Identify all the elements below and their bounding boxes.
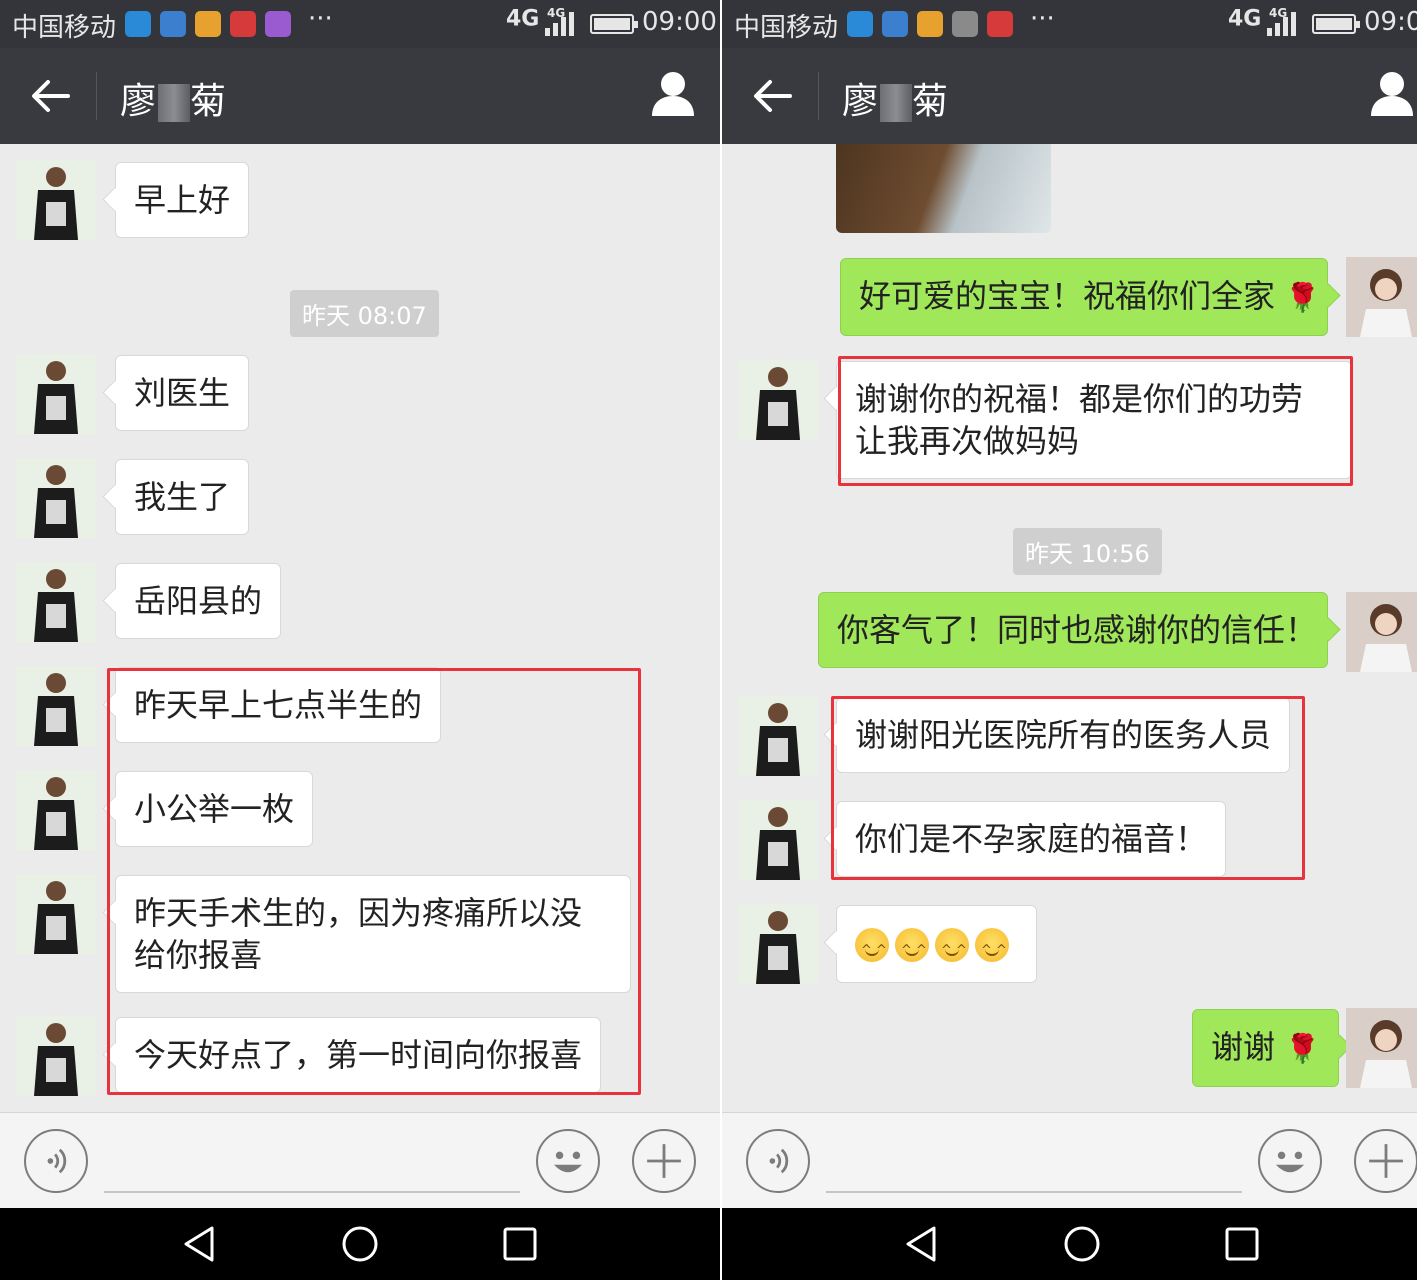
- smiley-emoji: [895, 928, 929, 972]
- smiley-emoji: [935, 928, 969, 972]
- message-bubble-outgoing[interactable]: 你客气了！同时也感谢你的信任！: [818, 592, 1328, 668]
- rose-emoji: 🌹: [1285, 281, 1321, 314]
- message-bubble-incoming[interactable]: 小公举一枚: [115, 771, 314, 847]
- contact-avatar[interactable]: [16, 1016, 96, 1096]
- message-timestamp: 昨天 08:07: [290, 290, 439, 337]
- nav-home-icon[interactable]: [1062, 1224, 1102, 1264]
- app-icon-blue: [125, 11, 151, 37]
- health-icon: [160, 11, 186, 37]
- back-arrow-icon[interactable]: [28, 74, 72, 118]
- app-icon-blue: [847, 11, 873, 37]
- clock: 09:00: [642, 7, 717, 37]
- message-bubble-incoming[interactable]: 今天好点了，第一时间向你报喜: [115, 1017, 602, 1093]
- plus-icon[interactable]: [632, 1129, 696, 1193]
- chat-title: 廖菊: [842, 81, 951, 122]
- message-bubble-incoming[interactable]: 刘医生: [115, 355, 250, 431]
- clock: 09:0: [1364, 7, 1417, 37]
- huawei-icon: [230, 11, 256, 37]
- message-input[interactable]: [104, 1191, 520, 1193]
- contact-avatar[interactable]: [16, 874, 96, 954]
- person-icon[interactable]: [650, 70, 696, 118]
- gallery-icon: [952, 11, 978, 37]
- emoji-icon[interactable]: [1258, 1129, 1322, 1193]
- message-list[interactable]: 好可爱的宝宝！祝福你们全家 🌹 谢谢你的祝福！都是你们的功劳让我再次做妈妈 昨天…: [722, 144, 1417, 1112]
- input-bar: [722, 1112, 1417, 1208]
- health-icon: [882, 11, 908, 37]
- message-bubble-incoming[interactable]: 你们是不孕家庭的福音！: [836, 801, 1227, 877]
- plus-icon[interactable]: [1354, 1129, 1417, 1193]
- person-icon[interactable]: [1369, 70, 1415, 118]
- nav-home-icon[interactable]: [340, 1224, 380, 1264]
- message-list[interactable]: 早上好 昨天 08:07 刘医生 我生了 岳阳县的 昨天早上七点半生的 小公举一…: [0, 144, 720, 1112]
- message-bubble-outgoing[interactable]: 谢谢 🌹: [1192, 1009, 1340, 1087]
- huawei-icon: [987, 11, 1013, 37]
- signal-icon: [1267, 12, 1296, 36]
- contact-avatar[interactable]: [738, 800, 818, 880]
- redacted-name-blur: [158, 84, 191, 122]
- message-bubble-incoming[interactable]: 我生了: [115, 459, 250, 535]
- message-bubble-incoming[interactable]: 谢谢阳光医院所有的医务人员: [836, 697, 1291, 773]
- user-avatar[interactable]: [1346, 257, 1417, 337]
- chat-title: 廖菊: [120, 81, 229, 122]
- title-bar: 廖菊: [0, 48, 720, 144]
- back-arrow-icon[interactable]: [750, 74, 794, 118]
- contact-avatar[interactable]: [16, 458, 96, 538]
- keyboard-icon: [265, 11, 291, 37]
- title-bar: 廖菊: [722, 48, 1417, 144]
- message-input[interactable]: [826, 1191, 1242, 1193]
- nav-back-icon[interactable]: [902, 1224, 942, 1264]
- system-nav-bar: [0, 1208, 720, 1280]
- nav-recents-icon[interactable]: [1222, 1224, 1262, 1264]
- contact-avatar[interactable]: [16, 160, 96, 240]
- notification-icons: [847, 11, 1013, 37]
- message-bubble-incoming[interactable]: 昨天早上七点半生的: [115, 667, 442, 743]
- carrier-label: 中国移动: [12, 13, 117, 43]
- contact-avatar[interactable]: [16, 562, 96, 642]
- nav-recents-icon[interactable]: [500, 1224, 540, 1264]
- nav-back-icon[interactable]: [180, 1224, 220, 1264]
- smiley-emoji: [975, 928, 1009, 972]
- user-avatar[interactable]: [1346, 592, 1417, 672]
- rose-emoji: 🌹: [1285, 1032, 1321, 1065]
- status-bar: 中国移动 ··· 4G 4G 09:00: [0, 0, 720, 48]
- system-nav-bar: [722, 1208, 1417, 1280]
- message-bubble-incoming[interactable]: 岳阳县的: [115, 563, 282, 639]
- contact-avatar[interactable]: [738, 904, 818, 984]
- baby-photo-message[interactable]: [836, 144, 1051, 233]
- contact-avatar[interactable]: [16, 354, 96, 434]
- contact-avatar[interactable]: [738, 360, 818, 440]
- signal-icon: [545, 12, 574, 36]
- app-icon-orange: [195, 11, 221, 37]
- message-bubble-outgoing[interactable]: 好可爱的宝宝！祝福你们全家 🌹: [840, 258, 1328, 336]
- smiley-emoji: [855, 928, 889, 972]
- redacted-name-blur: [880, 84, 913, 122]
- emoji-icon[interactable]: [536, 1129, 600, 1193]
- message-bubble-incoming[interactable]: 早上好: [115, 162, 250, 238]
- carrier-label: 中国移动: [734, 13, 839, 43]
- voice-icon[interactable]: [746, 1129, 810, 1193]
- voice-icon[interactable]: [24, 1129, 88, 1193]
- input-bar: [0, 1112, 720, 1208]
- app-icon-orange: [917, 11, 943, 37]
- notification-icons: [125, 11, 291, 37]
- battery-icon: [590, 14, 638, 34]
- contact-avatar[interactable]: [738, 696, 818, 776]
- title-divider: [818, 72, 819, 120]
- more-notifications-icon: ···: [308, 4, 333, 34]
- emoji-message-bubble[interactable]: [836, 905, 1037, 983]
- message-bubble-incoming[interactable]: 谢谢你的祝福！都是你们的功劳让我再次做妈妈: [836, 361, 1352, 479]
- chat-screen-right: 中国移动 ··· 4G 4G 09:0 廖菊 好可爱的宝宝！祝福你们全家 🌹 谢…: [722, 0, 1417, 1280]
- message-bubble-incoming[interactable]: 昨天手术生的，因为疼痛所以没给你报喜: [115, 875, 631, 993]
- battery-icon: [1312, 14, 1360, 34]
- user-avatar[interactable]: [1346, 1008, 1417, 1088]
- contact-avatar[interactable]: [16, 770, 96, 850]
- more-notifications-icon: ···: [1030, 4, 1055, 34]
- chat-screen-left: 中国移动 ··· 4G 4G 09:00 廖菊 早上好 昨天 08:07 刘医生…: [0, 0, 720, 1280]
- title-divider: [96, 72, 97, 120]
- contact-avatar[interactable]: [16, 666, 96, 746]
- message-timestamp: 昨天 10:56: [1013, 528, 1162, 575]
- status-bar: 中国移动 ··· 4G 4G 09:0: [722, 0, 1417, 48]
